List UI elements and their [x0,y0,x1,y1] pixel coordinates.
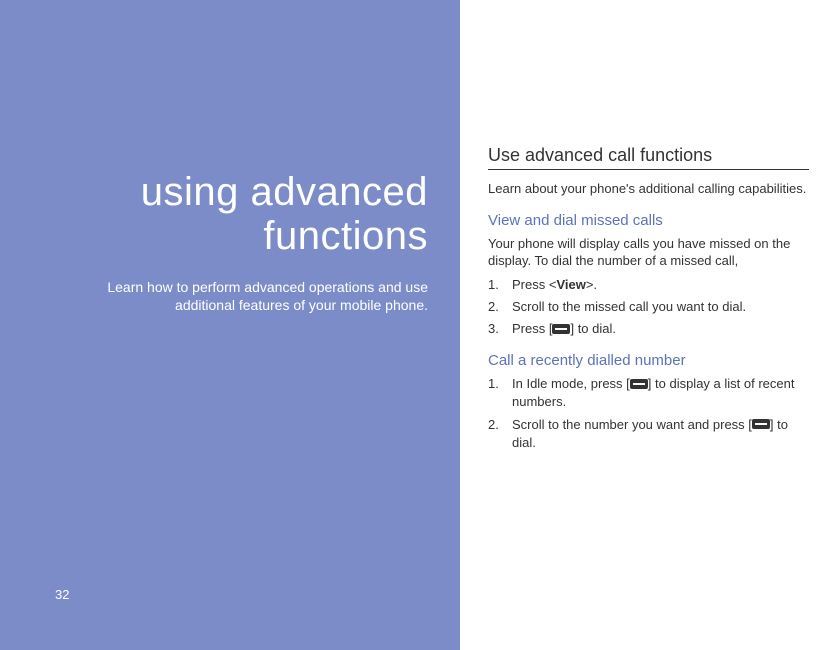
step-text-prefix: Press < [512,277,556,292]
list-item: 2. Scroll to the number you want and pre… [488,416,809,452]
step-number: 2. [488,416,499,434]
sub1-steps: 1. Press <View>. 2. Scroll to the missed… [488,276,809,339]
step-text-prefix: In Idle mode, press [ [512,376,630,391]
step-text-bold: View [556,277,585,292]
section-intro: Learn about your phone's additional call… [488,180,809,198]
list-item: 3. Press [ ] to dial. [488,320,809,338]
step-text-suffix: ] to dial. [570,321,616,336]
page-number: 32 [55,587,69,602]
list-item: 1. Press <View>. [488,276,809,294]
call-key-icon [552,324,570,334]
step-text: Scroll to the missed call you want to di… [512,299,746,314]
step-number: 1. [488,276,499,294]
step-number: 2. [488,298,499,316]
chapter-subtitle-line1: Learn how to perform advanced operations… [55,278,428,296]
sub1-intro: Your phone will display calls you have m… [488,235,809,270]
section-heading: Use advanced call functions [488,145,809,170]
step-text-suffix: >. [586,277,597,292]
chapter-subtitle: Learn how to perform advanced operations… [55,278,428,314]
sub2-steps: 1. In Idle mode, press [] to display a l… [488,375,809,452]
sub-heading-1: View and dial missed calls [488,212,809,229]
chapter-subtitle-line2: additional features of your mobile phone… [55,296,428,314]
call-key-icon [752,419,770,429]
sub-heading-2: Call a recently dialled number [488,352,809,369]
step-number: 3. [488,320,499,338]
list-item: 1. In Idle mode, press [] to display a l… [488,375,809,411]
step-text-prefix: Press [ [512,321,552,336]
list-item: 2. Scroll to the missed call you want to… [488,298,809,316]
call-key-icon [630,379,648,389]
chapter-title: using advanced functions [55,170,428,258]
chapter-title-line2: functions [55,214,428,258]
step-number: 1. [488,375,499,393]
left-chapter-panel: using advanced functions Learn how to pe… [0,0,460,650]
chapter-title-line1: using advanced [55,170,428,214]
right-content-panel: Use advanced call functions Learn about … [460,0,827,650]
step-text-prefix: Scroll to the number you want and press … [512,417,752,432]
